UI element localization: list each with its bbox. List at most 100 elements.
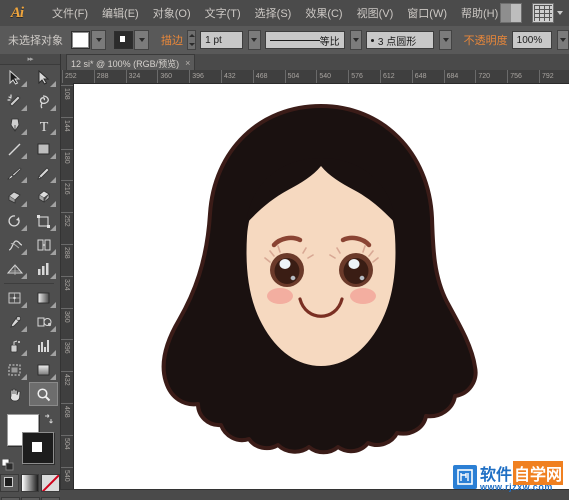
line-segment-tool-icon[interactable]: [0, 137, 29, 161]
width-tool-icon[interactable]: [0, 233, 29, 257]
profile-label: 等比: [320, 33, 340, 48]
column-graph-tool-icon[interactable]: [29, 334, 58, 358]
none-mode-icon[interactable]: [41, 474, 60, 492]
menu-file[interactable]: 文件(F): [45, 1, 95, 25]
gradient-tool-icon[interactable]: [29, 286, 58, 310]
svg-text:T: T: [39, 120, 48, 133]
blend-tool-icon[interactable]: [29, 310, 58, 334]
canvas-artboard[interactable]: [74, 84, 569, 490]
rectangle-tool-icon[interactable]: [29, 137, 58, 161]
stroke-swatch[interactable]: [114, 31, 133, 49]
ruler-tick-h: 648: [412, 70, 427, 83]
artboard-tool-icon[interactable]: [0, 358, 29, 382]
menu-select[interactable]: 选择(S): [248, 1, 299, 25]
eraser-tool-icon[interactable]: [29, 185, 58, 209]
toolbox-stroke-swatch[interactable]: [22, 432, 54, 464]
pen-tool-icon[interactable]: [0, 113, 29, 137]
artwork-cartoon-girl[interactable]: [74, 84, 569, 490]
stroke-profile-select[interactable]: 等比: [265, 31, 345, 49]
brush-definition-select[interactable]: 3 点圆形: [366, 31, 435, 49]
symbol-sprayer-tool-icon[interactable]: [0, 334, 29, 358]
paint-mode-buttons: [0, 474, 60, 492]
shape-builder-tool-icon[interactable]: [29, 233, 58, 257]
chevron-down-icon[interactable]: [557, 11, 563, 15]
selection-tool-icon[interactable]: [0, 65, 29, 89]
close-icon[interactable]: ×: [185, 58, 190, 68]
workspace-switcher-icon[interactable]: [532, 3, 554, 23]
menu-window[interactable]: 窗口(W): [400, 1, 454, 25]
lasso-tool-icon[interactable]: [29, 89, 58, 113]
eyedropper-tool-icon[interactable]: [0, 310, 29, 334]
menubar-right-controls: [495, 0, 567, 26]
brush-dropdown-icon[interactable]: [439, 30, 451, 50]
ruler-tick-v: 432: [60, 371, 73, 386]
stroke-weight-dropdown-icon[interactable]: [248, 30, 260, 50]
menu-edit[interactable]: 编辑(E): [95, 1, 146, 25]
ruler-tick-v: 468: [60, 403, 73, 418]
ruler-tick-h: 720: [475, 70, 490, 83]
control-bar: 未选择对象 描边 1 pt 等比 3 点圆形 不透明度 100%: [0, 26, 569, 55]
magic-wand-tool-icon[interactable]: [0, 89, 29, 113]
ruler-tick-v: 504: [60, 435, 73, 450]
eye-right: [339, 253, 373, 287]
toolbox-drag-handle[interactable]: [0, 54, 60, 65]
perspective-grid-tool-icon[interactable]: [0, 257, 29, 281]
rotate-tool-icon[interactable]: [0, 209, 29, 233]
menu-type[interactable]: 文字(T): [198, 1, 248, 25]
ruler-tick-v: 360: [60, 308, 73, 323]
mesh-tool-icon[interactable]: [0, 286, 29, 310]
scale-tool-icon[interactable]: [29, 209, 58, 233]
stroke-weight-stepper[interactable]: [187, 30, 196, 50]
ruler-tick-v: 288: [60, 244, 73, 259]
direct-selection-tool-icon[interactable]: [29, 65, 58, 89]
ruler-tick-h: 576: [348, 70, 363, 83]
ruler-tick-h: 252: [62, 70, 77, 83]
ruler-tick-h: 540: [316, 70, 331, 83]
blob-brush-tool-icon[interactable]: [0, 185, 29, 209]
fill-swatch[interactable]: [71, 31, 90, 49]
brush-label: 3 点圆形: [378, 33, 416, 48]
swap-fill-stroke-icon[interactable]: [43, 411, 55, 423]
horizontal-ruler[interactable]: 2522883243603964324685045405766126486847…: [60, 70, 569, 84]
ruler-tick-h: 504: [285, 70, 300, 83]
pencil-tool-icon[interactable]: [29, 161, 58, 185]
ruler-tick-v: 180: [60, 149, 73, 164]
watermark-text: 软件 自学网 www.rjzxw.com: [480, 461, 563, 492]
menu-view[interactable]: 视图(V): [350, 1, 401, 25]
stroke-color-control[interactable]: [114, 30, 149, 50]
stroke-weight-label[interactable]: 描边: [161, 32, 183, 48]
arrange-documents-icon[interactable]: [500, 3, 522, 23]
cheek-right: [350, 288, 376, 304]
document-tab[interactable]: 12 si* @ 100% (RGB/预览) ×: [66, 54, 195, 71]
menu-bar: Ai 文件(F) 编辑(E) 对象(O) 文字(T) 选择(S) 效果(C) 视…: [0, 0, 569, 27]
watermark-url: www.rjzxw.com: [480, 482, 563, 492]
type-tool-icon[interactable]: T: [29, 113, 58, 137]
ruler-tick-v: 216: [60, 180, 73, 195]
brush-preview-icon: [371, 39, 374, 42]
opacity-input[interactable]: 100%: [512, 31, 552, 49]
opacity-dropdown-icon[interactable]: [557, 30, 569, 50]
fill-dropdown-icon[interactable]: [91, 30, 106, 50]
toolbox-grid: T: [0, 65, 60, 406]
toolbox-panel: T: [0, 54, 61, 500]
menu-object[interactable]: 对象(O): [146, 1, 198, 25]
hand-tool-icon[interactable]: [0, 382, 29, 406]
menu-effect[interactable]: 效果(C): [298, 1, 349, 25]
opacity-label[interactable]: 不透明度: [464, 32, 508, 48]
stroke-dropdown-icon[interactable]: [134, 30, 149, 50]
slice-tool-icon[interactable]: [29, 358, 58, 382]
eye-left: [270, 253, 304, 287]
color-mode-icon[interactable]: [0, 474, 19, 492]
paintbrush-tool-icon[interactable]: [0, 161, 29, 185]
watermark-logo: 软件 自学网 www.rjzxw.com: [453, 461, 563, 492]
default-fill-stroke-icon[interactable]: [2, 458, 14, 470]
graph-tool-icon[interactable]: [29, 257, 58, 281]
ruler-tick-h: 288: [94, 70, 109, 83]
vertical-ruler[interactable]: 108144180216252288324360396432468504540: [60, 83, 74, 500]
gradient-mode-icon[interactable]: [21, 474, 40, 492]
document-tab-strip: 12 si* @ 100% (RGB/预览) ×: [60, 54, 569, 71]
stroke-weight-input[interactable]: 1 pt: [200, 31, 243, 49]
stroke-profile-dropdown-icon[interactable]: [350, 30, 362, 50]
fill-color-control[interactable]: [71, 30, 106, 50]
zoom-tool-icon[interactable]: [29, 382, 58, 406]
